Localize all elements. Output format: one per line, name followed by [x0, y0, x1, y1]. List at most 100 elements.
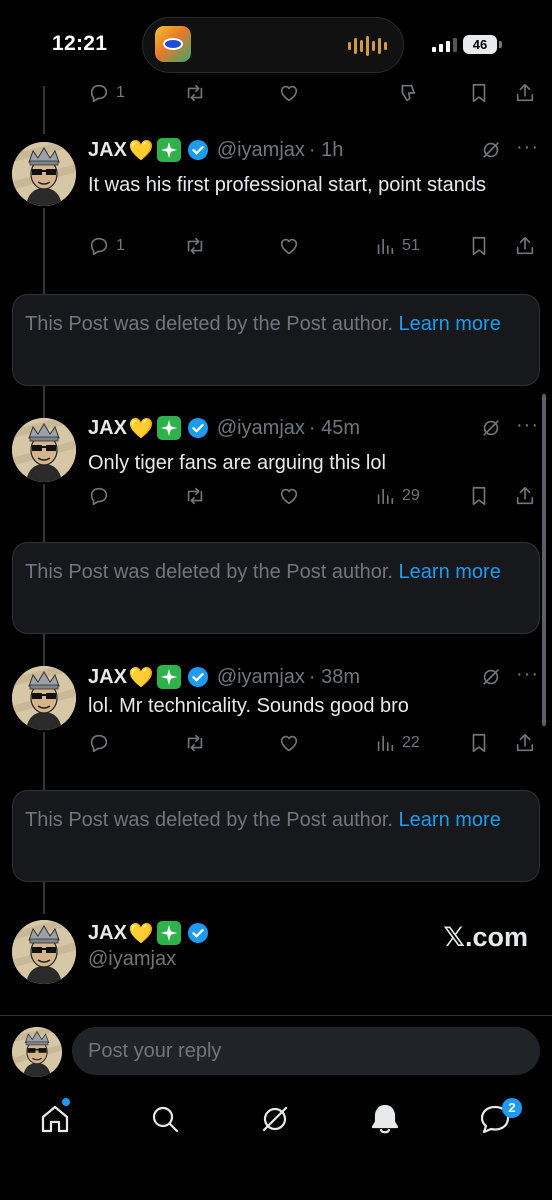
views-button[interactable]: 51	[374, 233, 420, 259]
handle[interactable]: @iyamjax	[217, 139, 305, 162]
grok-icon[interactable]	[480, 417, 502, 439]
share-button[interactable]	[514, 730, 536, 756]
timestamp[interactable]: · 1h	[309, 139, 343, 162]
grok-icon[interactable]	[480, 139, 502, 161]
avatar[interactable]	[12, 666, 76, 730]
more-icon[interactable]: ···	[516, 415, 540, 439]
handle[interactable]: @iyamjax	[217, 666, 305, 689]
action-bar: 29	[88, 483, 540, 509]
grok-icon[interactable]	[480, 666, 502, 688]
scrollbar[interactable]	[542, 394, 546, 726]
verified-badge-icon	[187, 418, 208, 438]
footer-handle[interactable]: @iyamjax	[88, 948, 176, 971]
reply-icon	[88, 82, 110, 104]
bookmark-button[interactable]	[468, 730, 490, 756]
deleted-post-notice: This Post was deleted by the Post author…	[12, 790, 540, 882]
share-button[interactable]	[514, 80, 536, 106]
bookmark-button[interactable]	[468, 80, 490, 106]
learn-more-link[interactable]: Learn more	[399, 313, 501, 335]
learn-more-link[interactable]: Learn more	[399, 561, 501, 583]
sparkle-emoji-icon	[156, 416, 181, 440]
display-name[interactable]: JAX	[88, 417, 127, 440]
reply-input[interactable]	[72, 1027, 540, 1075]
display-name[interactable]: JAX	[88, 666, 127, 689]
reply-button[interactable]: 1	[88, 80, 125, 106]
views-button[interactable]: 22	[374, 730, 420, 756]
share-icon	[514, 82, 536, 104]
views-button[interactable]: 29	[374, 483, 420, 509]
reply-icon	[88, 732, 110, 754]
like-icon	[278, 732, 300, 754]
dislike-icon	[396, 82, 418, 104]
verified-badge-icon	[187, 923, 208, 943]
share-button[interactable]	[514, 483, 536, 509]
timestamp[interactable]: · 38m	[309, 666, 360, 689]
avatar[interactable]	[12, 920, 76, 984]
tweet-header: JAX 💛 @iyamjax · 1h	[88, 137, 343, 163]
like-icon	[278, 82, 300, 104]
now-playing-app-icon[interactable]	[155, 26, 191, 62]
bookmark-icon	[468, 732, 490, 754]
avatar[interactable]	[12, 142, 76, 206]
verified-badge-icon	[187, 140, 208, 160]
learn-more-link[interactable]: Learn more	[399, 809, 501, 831]
reply-button[interactable]: 1	[88, 233, 125, 259]
reply-button[interactable]	[88, 730, 116, 756]
share-icon	[514, 235, 536, 257]
like-button[interactable]	[278, 233, 300, 259]
repost-icon	[184, 732, 206, 754]
nav-grok[interactable]	[258, 1102, 292, 1136]
home-notification-dot	[62, 1098, 70, 1106]
bottom-nav	[0, 1090, 552, 1150]
deleted-post-notice: This Post was deleted by the Post author…	[12, 294, 540, 386]
repost-button[interactable]	[184, 233, 206, 259]
more-icon[interactable]: ···	[516, 664, 540, 688]
cellular-signal-icon	[432, 38, 457, 52]
nav-search[interactable]	[148, 1102, 182, 1136]
views-icon	[374, 732, 396, 754]
thread-line	[43, 208, 45, 294]
sparkle-emoji-icon	[156, 665, 181, 689]
display-name[interactable]: JAX	[88, 922, 127, 945]
more-icon[interactable]: ···	[516, 137, 540, 161]
reply-button[interactable]	[88, 483, 116, 509]
dynamic-island[interactable]	[142, 17, 404, 73]
yellow-heart-emoji: 💛	[128, 666, 154, 689]
repost-icon	[184, 485, 206, 507]
thread-line	[43, 880, 45, 914]
yellow-heart-emoji: 💛	[128, 139, 154, 162]
repost-button[interactable]	[184, 730, 206, 756]
share-button[interactable]	[514, 233, 536, 259]
divider	[0, 1015, 552, 1016]
search-icon	[152, 1106, 179, 1133]
action-bar: 22	[88, 730, 540, 756]
repost-button[interactable]	[184, 80, 206, 106]
handle[interactable]: @iyamjax	[217, 417, 305, 440]
avatar[interactable]	[12, 418, 76, 482]
thread-line	[43, 484, 45, 542]
display-name[interactable]: JAX	[88, 139, 127, 162]
repost-icon	[184, 235, 206, 257]
bookmark-button[interactable]	[468, 233, 490, 259]
nav-notifications[interactable]	[368, 1102, 402, 1136]
like-button[interactable]	[278, 730, 300, 756]
repost-icon	[184, 82, 206, 104]
x-brand-watermark: 𝕏.com	[443, 922, 528, 952]
share-icon	[514, 485, 536, 507]
battery-indicator: 46	[463, 35, 497, 54]
deleted-post-notice: This Post was deleted by the Post author…	[12, 542, 540, 634]
my-avatar[interactable]	[12, 1027, 62, 1077]
like-icon	[278, 235, 300, 257]
nav-home[interactable]	[38, 1102, 72, 1136]
timestamp[interactable]: · 45m	[309, 417, 360, 440]
repost-button[interactable]	[184, 483, 206, 509]
like-button[interactable]	[278, 483, 300, 509]
bookmark-icon	[468, 82, 490, 104]
bookmark-button[interactable]	[468, 483, 490, 509]
deleted-post-text: This Post was deleted by the Post author…	[25, 313, 399, 335]
like-button[interactable]	[278, 80, 300, 106]
deleted-post-text: This Post was deleted by the Post author…	[25, 809, 399, 831]
dislike-button[interactable]	[396, 80, 418, 106]
share-icon	[514, 732, 536, 754]
status-bar: 12:21 46	[0, 0, 552, 80]
